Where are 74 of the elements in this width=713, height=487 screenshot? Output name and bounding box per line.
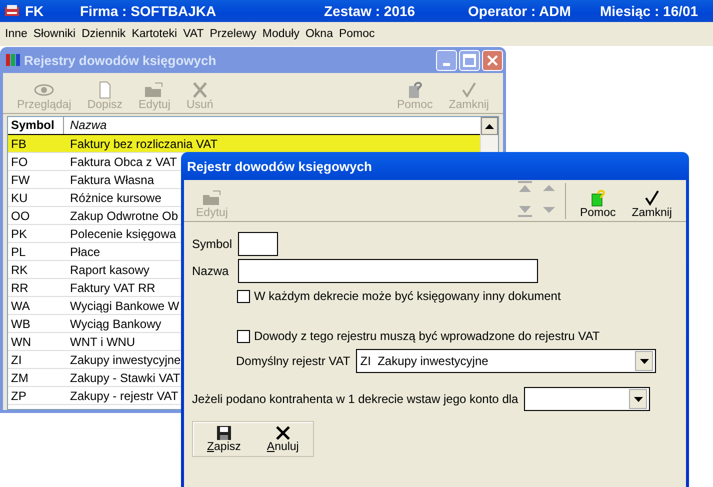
table-cell-text: WN [10, 334, 32, 348]
menu-item[interactable]: Słowniki [30, 28, 79, 40]
menu-item[interactable]: VAT [180, 28, 207, 40]
table-cell-text: Faktury VAT RR [69, 280, 156, 294]
operator-label: Operator : ADM [468, 3, 571, 19]
field-label: Jeżeli podano kontrahenta w 1 dekrecie wstaw jego konto dla [192, 392, 518, 406]
field-label: Nazwa [192, 264, 230, 278]
table-cell-text: RK [10, 262, 29, 276]
table-cell-text: Raport kasowy [69, 262, 150, 276]
checkbox-label: W każdym dekrecie może być księgowany inny dokument [254, 289, 561, 303]
table-row[interactable]: FB Faktury bez rozliczania VAT [8, 135, 480, 153]
dropdown-arrow-icon[interactable] [634, 396, 643, 402]
set-label: Zestaw : 2016 [324, 3, 416, 19]
table-cell-text: Wyciąg Bankowy [69, 316, 162, 330]
menu-item[interactable]: Moduły [259, 28, 302, 40]
table-cell-text: Zakup Odwrotne Ob [69, 208, 178, 222]
column-header[interactable]: Symbol [8, 117, 64, 134]
table-cell-text: Faktury bez rozliczania VAT [69, 136, 218, 150]
table-cell-text: Zakupy - rejestr VAT [69, 388, 178, 402]
month-label: Miesiąc : 16/01 [600, 3, 698, 19]
app-name: FK [25, 3, 44, 19]
table-cell-text: PL [10, 244, 27, 258]
checkbox[interactable] [237, 290, 250, 302]
toolbar-button[interactable]: Zamknij [624, 189, 680, 221]
column-header[interactable]: Nazwa [64, 117, 107, 134]
dialog-button[interactable]: Anuluj [260, 425, 305, 453]
dialog-button[interactable]: Zapisz [201, 425, 247, 453]
table-cell-text: ZM [10, 370, 30, 384]
table-cell-text: Faktura Obca z VAT [69, 154, 177, 168]
menu-item[interactable]: Kartoteki [128, 28, 180, 40]
vat-register-dropdown[interactable]: ZI Zakupy inwestycyjne [356, 349, 656, 373]
field-label: Domyślny rejestr VAT [236, 354, 350, 368]
menu-item[interactable]: Inne [2, 28, 30, 40]
cancel-icon [274, 425, 292, 441]
table-cell-text: KU [10, 190, 29, 204]
name-field[interactable] [238, 259, 538, 283]
table-cell-text: Różnice kursowe [69, 190, 162, 204]
menu-item[interactable]: Okna [302, 28, 336, 40]
company-label: Firma : SOFTBAJKA [80, 3, 216, 19]
table-cell-text: Wyciągi Bankowe W [69, 298, 180, 312]
table-cell-text: WA [10, 298, 31, 312]
table-cell-text: FO [10, 154, 29, 168]
table-cell-text: WB [10, 316, 32, 330]
table-cell-text: WNT i WNU [69, 334, 136, 348]
menu-item[interactable]: Pomoc [336, 28, 378, 40]
table-cell-text: FW [10, 172, 31, 186]
table-cell-text: Polecenie księgowa [69, 226, 176, 240]
dialog-title: Rejestr dowodów księgowych [187, 158, 372, 174]
menu-item[interactable]: Dziennik [78, 28, 129, 40]
account-dropdown[interactable] [524, 387, 650, 411]
scroll-up-icon[interactable] [485, 123, 494, 129]
field-label: Symbol [192, 237, 234, 251]
minimize-icon [443, 62, 450, 66]
folder-icon [143, 81, 166, 99]
table-cell-text: Faktura Własna [69, 172, 154, 186]
folder-icon [200, 189, 223, 207]
menu-item[interactable]: Przelewy [206, 28, 260, 40]
symbol-field[interactable] [238, 232, 278, 256]
checkbox-label: Dowody z tego rejestru muszą być wprowadzone do rejestru VAT [254, 329, 600, 343]
table-cell-text: OO [10, 208, 31, 222]
table-cell-text: Zakupy inwestycyjne [69, 352, 181, 366]
table-cell-text: Płace [69, 244, 100, 258]
window-title: Rejestry dowodów księgowych [24, 52, 216, 68]
table-cell-text: ZP [10, 388, 28, 402]
app-icon [4, 3, 20, 19]
dropdown-arrow-icon[interactable] [640, 358, 649, 364]
table-cell-text: Zakupy - Stawki VAT [69, 370, 180, 384]
table-cell-text: RR [10, 280, 30, 294]
window-icon [5, 52, 21, 68]
toolbar-button[interactable]: Pomoc [572, 189, 624, 221]
table-cell-text: PK [10, 226, 28, 240]
checkbox[interactable] [237, 330, 250, 342]
table-cell-text: FB [10, 136, 28, 150]
table-cell-text: ZI [10, 352, 23, 366]
